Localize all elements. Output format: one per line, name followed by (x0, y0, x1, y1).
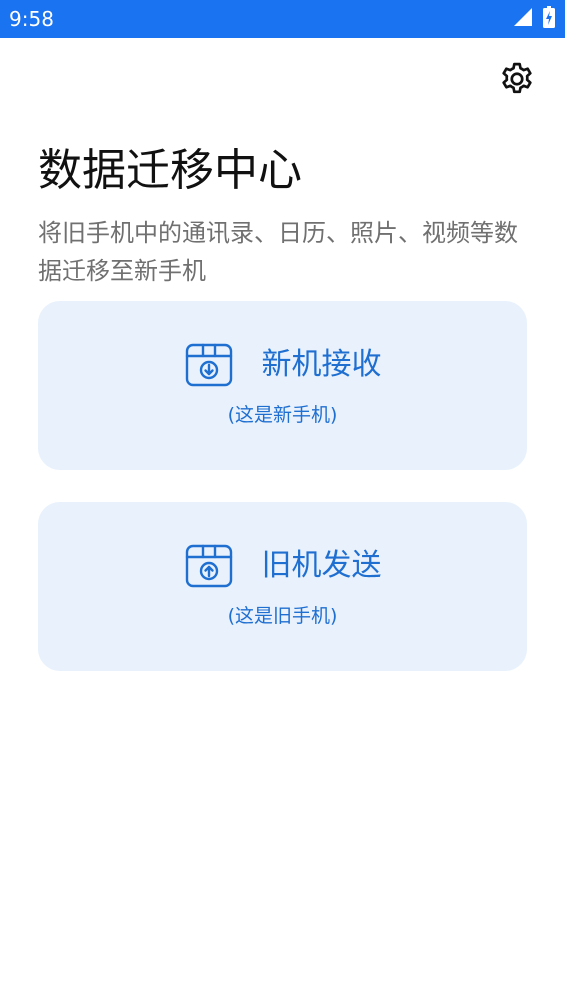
page-description: 将旧手机中的通讯录、日历、照片、视频等数据迁移至新手机 (38, 219, 518, 285)
status-time: 9:58 (9, 7, 54, 31)
status-icons (513, 6, 555, 32)
status-bar: 9:58 (0, 0, 565, 38)
send-card-header: 旧机发送 (38, 540, 527, 592)
send-card-subtitle: (这是旧手机) (227, 605, 338, 627)
box-upload-icon (184, 542, 234, 590)
receive-card-header: 新机接收 (38, 339, 527, 391)
send-card-title: 旧机发送 (261, 548, 382, 583)
receive-card-title: 新机接收 (261, 347, 382, 382)
signal-icon (513, 7, 533, 31)
page-title: 数据迁移中心 (38, 145, 302, 196)
send-card-button[interactable]: 旧机发送 (这是旧手机) (38, 502, 527, 671)
battery-charging-icon (543, 6, 555, 32)
gear-icon (498, 60, 536, 102)
receive-card-subtitle: (这是新手机) (227, 404, 338, 426)
box-download-icon (184, 341, 234, 389)
receive-card-button[interactable]: 新机接收 (这是新手机) (38, 301, 527, 470)
settings-button[interactable] (497, 61, 537, 101)
